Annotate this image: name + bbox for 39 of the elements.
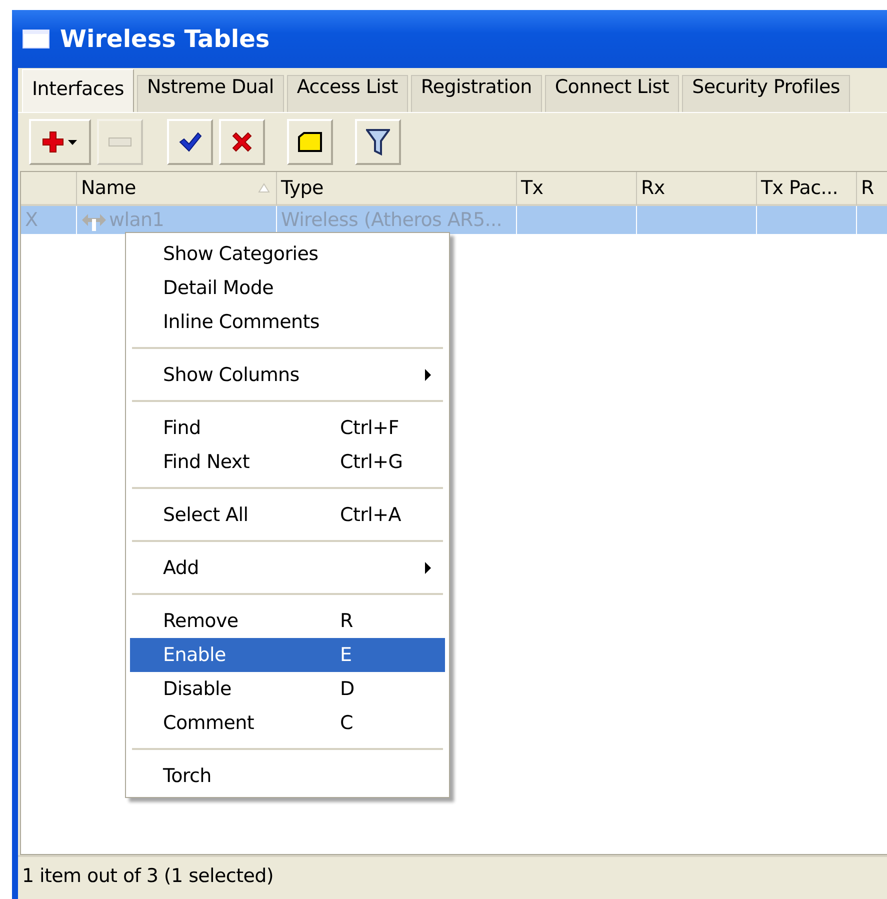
menu-item[interactable]: Detail Mode: [130, 271, 445, 305]
menu-item[interactable]: Remove R: [130, 604, 445, 638]
filter-icon: [366, 128, 390, 156]
menu-item[interactable]: Torch: [130, 759, 445, 793]
menu-item[interactable]: Show Columns: [130, 358, 445, 392]
checkmark-icon: [178, 131, 202, 153]
comment-button[interactable]: [287, 119, 333, 165]
tab[interactable]: Connect List: [544, 75, 680, 112]
tab[interactable]: Registration: [410, 75, 542, 112]
disable-button[interactable]: [219, 119, 265, 165]
filter-button[interactable]: [355, 119, 401, 165]
menu-item[interactable]: Inline Comments: [130, 305, 445, 339]
menu-item[interactable]: Select All Ctrl+A: [130, 498, 445, 532]
menu-item[interactable]: Add: [130, 551, 445, 585]
menu-item[interactable]: Find Ctrl+F: [130, 411, 445, 445]
menu-item[interactable]: Enable E: [130, 638, 445, 672]
window-title: Wireless Tables: [60, 25, 270, 53]
menu-item[interactable]: Disable D: [130, 672, 445, 706]
sort-arrow-icon: [258, 183, 270, 193]
minus-icon: [108, 137, 132, 147]
tab[interactable]: Security Profiles: [682, 75, 850, 112]
plus-icon: [41, 130, 79, 154]
menu-item[interactable]: Comment C: [130, 706, 445, 740]
add-button[interactable]: [29, 119, 91, 165]
table-cell: Wireless (Atheros AR5...: [281, 209, 502, 231]
tab[interactable]: Access List: [286, 75, 408, 112]
submenu-arrow-icon: [424, 561, 432, 575]
menu-item[interactable]: Find Next Ctrl+G: [130, 445, 445, 479]
flag-text: X: [25, 209, 38, 231]
status-text: 1 item out of 3 (1 selected): [22, 865, 274, 887]
window-icon: [22, 29, 50, 49]
note-icon: [297, 131, 323, 153]
table-cell: wlan1: [109, 209, 164, 231]
submenu-arrow-icon: [424, 368, 432, 382]
tab[interactable]: Interfaces: [22, 69, 134, 112]
cross-icon: [231, 131, 253, 153]
enable-button[interactable]: [167, 119, 213, 165]
tab[interactable]: Nstreme Dual: [136, 75, 284, 112]
menu-item[interactable]: Show Categories: [130, 237, 445, 271]
